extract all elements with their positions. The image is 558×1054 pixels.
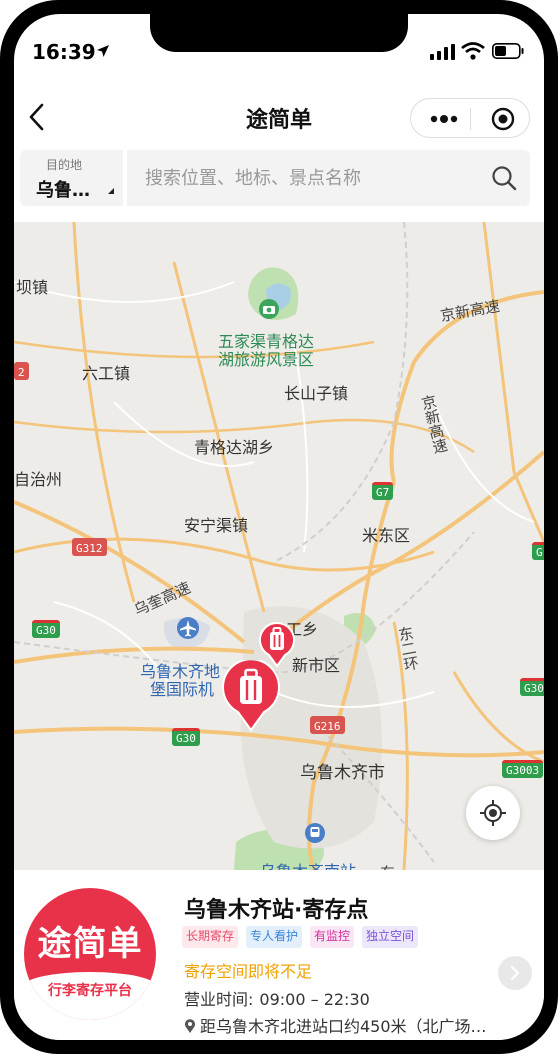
airport-icon [177, 617, 199, 639]
business-hours: 营业时间: 09:00 – 22:30 [184, 986, 370, 1010]
map-label: 乌鲁木齐南站 [260, 858, 356, 870]
phone-frame: 16:39 途简单 目的地 乌鲁… 搜索位置、地标、景点名称 坝镇 五家渠青格达… [0, 0, 558, 1054]
scenic-spot-icon [259, 299, 279, 319]
destination-selector[interactable]: 目的地 乌鲁… [20, 150, 123, 206]
feature-tag: 有监控 [310, 926, 355, 948]
search-box [127, 150, 530, 206]
crosshair-icon [480, 800, 506, 826]
location-arrow-icon [97, 45, 109, 57]
brand-logo: 途简单 行李寄存平台 [24, 888, 156, 1020]
wifi-icon [461, 42, 485, 60]
map-label: 安宁渠镇 [184, 516, 249, 535]
map-label: 乌鲁木齐市 [300, 763, 385, 783]
capsule-divider [470, 108, 471, 130]
miniprogram-capsule [410, 98, 530, 138]
details-button[interactable] [498, 956, 532, 990]
signal-icon [430, 44, 455, 60]
logo-subtitle: 行李寄存平台 [48, 983, 132, 999]
highway-shield: 2 [14, 362, 29, 380]
close-miniprogram-icon[interactable] [491, 107, 515, 131]
distance-info: 距乌鲁木齐北进站口约450米（北广场… [184, 1013, 524, 1037]
highway-shield: G [532, 542, 544, 560]
destination-label: 目的地 [46, 158, 83, 172]
business-hours-value: 09:00 – 22:30 [259, 990, 370, 1009]
feature-tags: 长期寄存 专人看护 有监控 独立空间 [182, 926, 419, 948]
map-label: 自治州 [14, 470, 63, 489]
map-label: 青格达湖乡 [194, 438, 275, 457]
logo-title: 途简单 [37, 924, 143, 964]
map-label: 新市区 [292, 656, 341, 675]
map-label: 米东区 [362, 526, 411, 545]
storage-point-card[interactable]: 途简单 行李寄存平台 乌鲁木齐站·寄存点 长期寄存 专人看护 有监控 独立空间 … [14, 870, 544, 1040]
highway-shield: G30 [520, 678, 544, 696]
feature-tag: 专人看护 [246, 926, 303, 948]
location-pin-icon [185, 1019, 195, 1033]
highway-shield: G30 [32, 620, 60, 638]
more-icon[interactable] [427, 110, 461, 128]
search-icon[interactable] [491, 165, 517, 191]
notch [150, 14, 408, 52]
road-label: 东 [380, 862, 395, 870]
map-label: 六工镇 [82, 364, 131, 383]
highway-shield: G312 [72, 538, 107, 556]
capacity-notice: 寄存空间即将不足 [184, 962, 313, 981]
screen: 16:39 途简单 目的地 乌鲁… 搜索位置、地标、景点名称 坝镇 五家渠青格达… [14, 14, 544, 1040]
highway-shield: G216 [310, 716, 345, 734]
map-label: 长山子镇 [284, 384, 349, 403]
highway-shield: G30 [172, 728, 200, 746]
business-hours-label: 营业时间: [184, 990, 254, 1009]
battery-icon [492, 43, 524, 59]
feature-tag: 独立空间 [362, 926, 419, 948]
status-time: 16:39 [32, 40, 96, 64]
destination-value: 乌鲁… [36, 180, 90, 201]
chevron-right-icon [510, 965, 520, 981]
search-input[interactable] [145, 164, 465, 192]
map-label: 坝镇 [16, 278, 49, 297]
locate-me-button[interactable] [466, 786, 520, 840]
map-view[interactable]: 坝镇 五家渠青格达 湖旅游风景区 六工镇 长山子镇 青格达湖乡 自治州 安宁渠镇… [14, 222, 544, 870]
search-row: 目的地 乌鲁… [20, 150, 530, 206]
map-label: 湖旅游风景区 [218, 350, 315, 369]
dropdown-caret-icon [108, 188, 114, 194]
feature-tag: 长期寄存 [182, 926, 239, 948]
selected-storage-marker[interactable] [220, 660, 282, 732]
highway-shield: G3003 [502, 760, 544, 778]
storage-point-name: 乌鲁木齐站·寄存点 [184, 898, 369, 923]
map-label: 堡国际机 [150, 680, 215, 699]
highway-shield: G7 [372, 482, 394, 500]
nav-bar: 途简单 [14, 90, 544, 144]
distance-text: 距乌鲁木齐北进站口约450米（北广场… [200, 1017, 487, 1036]
train-station-icon [305, 823, 325, 843]
